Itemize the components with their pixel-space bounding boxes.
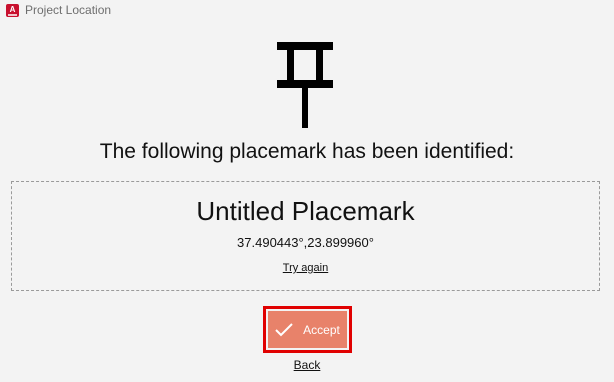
accept-button-highlight: Accept — [263, 306, 352, 353]
try-again-link[interactable]: Try again — [283, 262, 328, 274]
accept-button[interactable]: Accept — [268, 311, 347, 348]
window-title: Project Location — [25, 3, 112, 17]
checkmark-icon — [275, 322, 293, 336]
title-bar: A Project Location — [0, 0, 614, 20]
placemark-coordinates: 37.490443°,23.899960° — [237, 235, 374, 250]
placemark-name: Untitled Placemark — [196, 196, 415, 226]
placemark-card: Untitled Placemark 37.490443°,23.899960°… — [11, 181, 600, 291]
accept-button-label: Accept — [303, 322, 340, 337]
back-container: Back — [0, 358, 614, 372]
autodesk-app-icon: A — [6, 3, 19, 17]
try-again-container: Try again — [12, 262, 599, 274]
back-link[interactable]: Back — [294, 358, 321, 372]
pushpin-icon — [277, 42, 333, 128]
page-heading: The following placemark has been identif… — [99, 140, 515, 163]
